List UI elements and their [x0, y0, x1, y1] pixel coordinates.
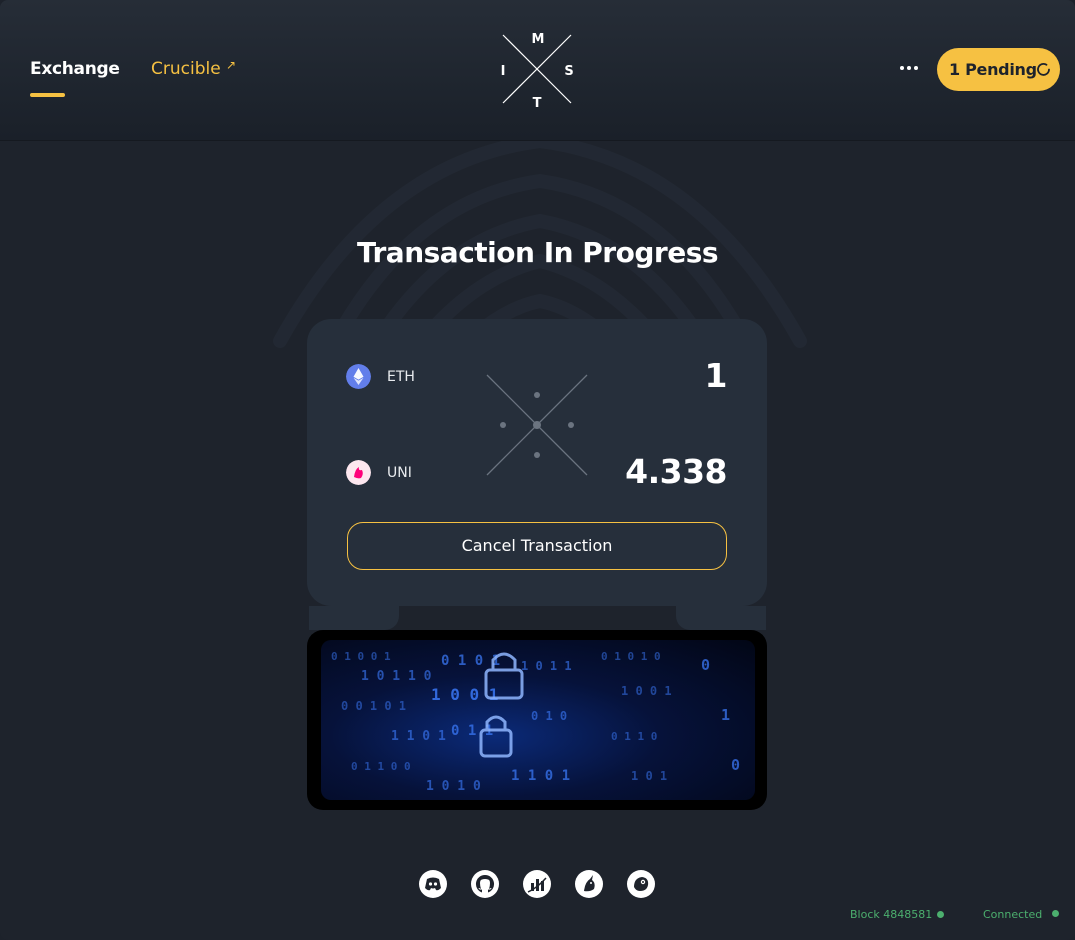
- svg-text:0 1 0 0 1: 0 1 0 0 1: [331, 650, 391, 663]
- spinner-icon: [1037, 63, 1050, 76]
- logo-letter-top: M: [531, 32, 545, 47]
- svg-text:0 1 0 1 0: 0 1 0 1 0: [601, 650, 661, 663]
- chart-icon[interactable]: [523, 870, 551, 898]
- svg-text:1 0 0 1: 1 0 0 1: [621, 684, 672, 698]
- svg-text:1 0 1 0: 1 0 1 0: [426, 779, 481, 794]
- logo-letter-bottom: T: [532, 96, 542, 111]
- card-connector-left: [309, 606, 399, 630]
- nav-crucible[interactable]: Crucible: [151, 58, 221, 80]
- nav-active-indicator: [30, 93, 65, 97]
- github-icon[interactable]: [471, 870, 499, 898]
- to-token-symbol: UNI: [387, 465, 412, 481]
- logo-letter-left: I: [500, 64, 506, 79]
- svg-text:0 1 0: 0 1 0: [531, 709, 567, 723]
- media-frame: 0 1 0 0 1 1 0 1 1 0 0 0 1 0 1 1 1 0 1 0 …: [307, 630, 767, 810]
- svg-text:0 1 1 0: 0 1 1 0: [611, 730, 657, 743]
- unicorn-icon[interactable]: [575, 870, 603, 898]
- swap-cross-icon: [486, 374, 588, 476]
- logo: M I S T: [501, 32, 574, 111]
- connection-status: Connected: [983, 908, 1043, 921]
- transaction-card: ETH 1 UNI 4.338 Cancel Transaction: [307, 319, 767, 606]
- digital-lock-image: 0 1 0 0 1 1 0 1 1 0 0 0 1 0 1 1 1 0 1 0 …: [321, 640, 755, 800]
- cancel-transaction-button[interactable]: Cancel Transaction: [347, 522, 727, 570]
- nav-exchange[interactable]: Exchange: [30, 58, 120, 80]
- block-number: Block 4848581: [850, 908, 933, 921]
- header: Exchange Crucible ↗ M I S T 1 Pending: [0, 0, 1075, 141]
- svg-text:0 1 1 0 0: 0 1 1 0 0: [351, 760, 411, 773]
- svg-text:1 1 0 1: 1 1 0 1: [511, 768, 570, 784]
- gecko-icon[interactable]: [627, 870, 655, 898]
- app-window: Exchange Crucible ↗ M I S T 1 Pending Tr…: [0, 0, 1075, 940]
- svg-text:1 1 0 1: 1 1 0 1: [391, 729, 446, 744]
- from-token-symbol: ETH: [387, 369, 415, 385]
- to-token-amount: 4.338: [625, 452, 727, 491]
- svg-text:0: 0: [731, 756, 740, 774]
- binary-rain-graphic: 0 1 0 0 1 1 0 1 1 0 0 0 1 0 1 1 1 0 1 0 …: [331, 650, 740, 794]
- pending-transactions-button[interactable]: 1 Pending: [937, 48, 1060, 91]
- svg-text:1 0 1 1: 1 0 1 1: [521, 659, 572, 673]
- svg-text:0 1 0 1: 0 1 0 1: [441, 653, 500, 669]
- discord-icon[interactable]: [419, 870, 447, 898]
- svg-text:0 0 1 0 1: 0 0 1 0 1: [341, 699, 406, 713]
- eth-icon: [346, 364, 371, 389]
- more-options-button[interactable]: [896, 56, 922, 80]
- block-status-dot: [937, 911, 944, 918]
- logo-letter-right: S: [564, 64, 574, 79]
- connection-status-dot: [1052, 910, 1059, 917]
- svg-text:1 0 0 1: 1 0 0 1: [431, 685, 498, 704]
- svg-text:1 0 1 1 0: 1 0 1 1 0: [361, 669, 432, 684]
- svg-text:1 0 1: 1 0 1: [631, 769, 667, 783]
- svg-text:0: 0: [701, 656, 710, 674]
- from-token-amount: 1: [704, 356, 728, 395]
- pending-label: 1 Pending: [949, 60, 1037, 79]
- svg-text:1: 1: [721, 706, 730, 724]
- external-arrow-icon: ↗: [226, 58, 237, 72]
- page-title: Transaction In Progress: [356, 236, 719, 269]
- ellipsis-icon: [900, 66, 918, 70]
- card-connector-right: [676, 606, 766, 630]
- uni-icon: [346, 460, 371, 485]
